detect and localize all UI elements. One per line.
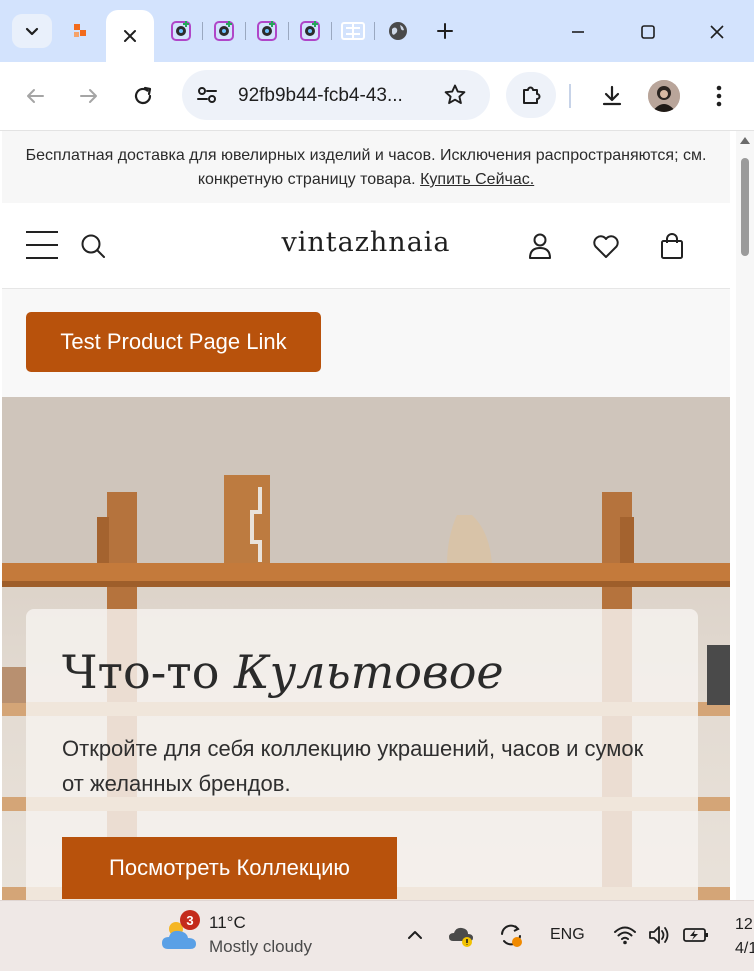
camera-plus-favicon-icon <box>214 21 234 41</box>
browser-toolbar: 92fb9b44-fcb4-43... <box>0 62 754 131</box>
tab-strip <box>0 0 754 62</box>
wifi-icon <box>614 926 636 945</box>
tab-search-button[interactable] <box>12 14 52 48</box>
camera-plus-favicon-icon <box>171 21 191 41</box>
back-button[interactable] <box>15 76 55 116</box>
hero-subtitle: Откройте для себя коллекцию украшений, ч… <box>62 736 644 796</box>
test-product-link-button[interactable]: Test Product Page Link <box>26 312 321 372</box>
tab-camera-1[interactable] <box>168 18 194 44</box>
bookmark-star-icon[interactable] <box>443 83 467 107</box>
reload-button[interactable] <box>123 76 163 116</box>
sync-icon <box>501 924 522 947</box>
weather-temperature[interactable]: 11°C <box>209 913 246 933</box>
announcement-bar: Бесплатная доставка для ювелирных издели… <box>2 131 730 203</box>
hero-banner: Что-то Культовое Откройте для себя колле… <box>2 397 730 900</box>
clock-time: 12 <box>735 916 753 933</box>
close-icon[interactable] <box>122 28 138 44</box>
arrow-left-icon <box>27 89 44 103</box>
tab-relay[interactable] <box>68 18 94 44</box>
tab-camera-4[interactable] <box>297 18 323 44</box>
address-bar[interactable]: 92fb9b44-fcb4-43... <box>182 70 490 120</box>
camera-plus-favicon-icon <box>300 21 320 41</box>
download-icon <box>602 85 622 106</box>
battery-tray-button[interactable] <box>682 923 710 947</box>
taskbar-clock[interactable]: 12 4/1 <box>735 913 754 961</box>
relay-favicon-icon <box>74 24 86 37</box>
new-tab-button[interactable] <box>432 18 458 44</box>
scroll-up-arrow-icon[interactable] <box>740 137 750 144</box>
web-page: Бесплатная доставка для ювелирных издели… <box>0 131 730 900</box>
announcement-link[interactable]: Купить Сейчас. <box>420 171 534 188</box>
more-vertical-icon <box>716 85 722 107</box>
close-window-button[interactable] <box>697 12 737 52</box>
hero-card: Что-то Культовое Откройте для себя колле… <box>26 609 698 900</box>
menu-button[interactable] <box>699 76 739 116</box>
clock-date: 4/1 <box>735 940 754 957</box>
chevron-down-icon <box>25 27 39 36</box>
profile-avatar[interactable] <box>648 80 680 112</box>
tab-camera-3[interactable] <box>254 18 280 44</box>
toolbar-divider <box>569 84 571 108</box>
input-language-indicator[interactable]: ENG <box>550 926 585 944</box>
cart-bag-icon[interactable] <box>657 231 687 261</box>
windows-taskbar: 3 11°C Mostly cloudy ENG 12 4/1 <box>0 900 754 971</box>
battery-charging-icon <box>683 928 708 942</box>
avatar-image <box>648 80 680 112</box>
sync-tray-button[interactable] <box>497 921 525 949</box>
cloud-warning-icon <box>449 927 473 947</box>
maximize-button[interactable] <box>628 12 668 52</box>
announcement-text: Бесплатная доставка для ювелирных издели… <box>25 147 707 188</box>
puzzle-icon <box>523 86 541 104</box>
forward-button[interactable] <box>69 76 109 116</box>
plus-icon <box>437 23 453 39</box>
tab-active[interactable] <box>106 10 154 62</box>
tab-camera-2[interactable] <box>211 18 237 44</box>
grid-favicon-icon <box>341 22 365 40</box>
url-text[interactable]: 92fb9b44-fcb4-43... <box>238 85 403 107</box>
hero-title-plain: Что-то <box>62 645 235 699</box>
scroll-thumb[interactable] <box>741 158 749 256</box>
chevron-up-icon <box>408 931 422 939</box>
close-icon <box>710 25 724 39</box>
weather-description[interactable]: Mostly cloudy <box>209 937 312 957</box>
page-viewport: Бесплатная доставка для ювелирных издели… <box>0 131 754 900</box>
hero-title: Что-то Культовое <box>62 645 504 699</box>
wifi-tray-button[interactable] <box>612 923 638 947</box>
hero-title-italic: Культовое <box>234 645 504 699</box>
camera-plus-favicon-icon <box>257 21 277 41</box>
site-settings-icon[interactable] <box>196 84 218 106</box>
tab-globe[interactable] <box>385 18 411 44</box>
view-collection-button[interactable]: Посмотреть Коллекцию <box>62 837 397 899</box>
downloads-button[interactable] <box>592 76 632 116</box>
show-hidden-icons-button[interactable] <box>403 923 427 947</box>
arrow-right-icon <box>80 89 97 103</box>
reload-icon <box>134 86 152 105</box>
globe-favicon-icon <box>389 22 407 40</box>
wishlist-heart-icon[interactable] <box>591 231 621 261</box>
site-header: vintazhnaia <box>2 203 730 289</box>
tab-grid[interactable] <box>340 18 366 44</box>
test-link-section: Test Product Page Link <box>2 289 730 397</box>
onedrive-tray-button[interactable] <box>448 921 476 949</box>
volume-tray-button[interactable] <box>646 923 672 947</box>
minimize-button[interactable] <box>558 12 598 52</box>
weather-notification-badge: 3 <box>180 910 200 930</box>
maximize-icon <box>641 25 655 39</box>
page-scrollbar[interactable] <box>736 131 754 900</box>
extensions-button[interactable] <box>506 72 556 118</box>
speaker-icon <box>649 926 669 944</box>
minimize-icon <box>572 31 584 33</box>
account-icon[interactable] <box>525 231 555 261</box>
